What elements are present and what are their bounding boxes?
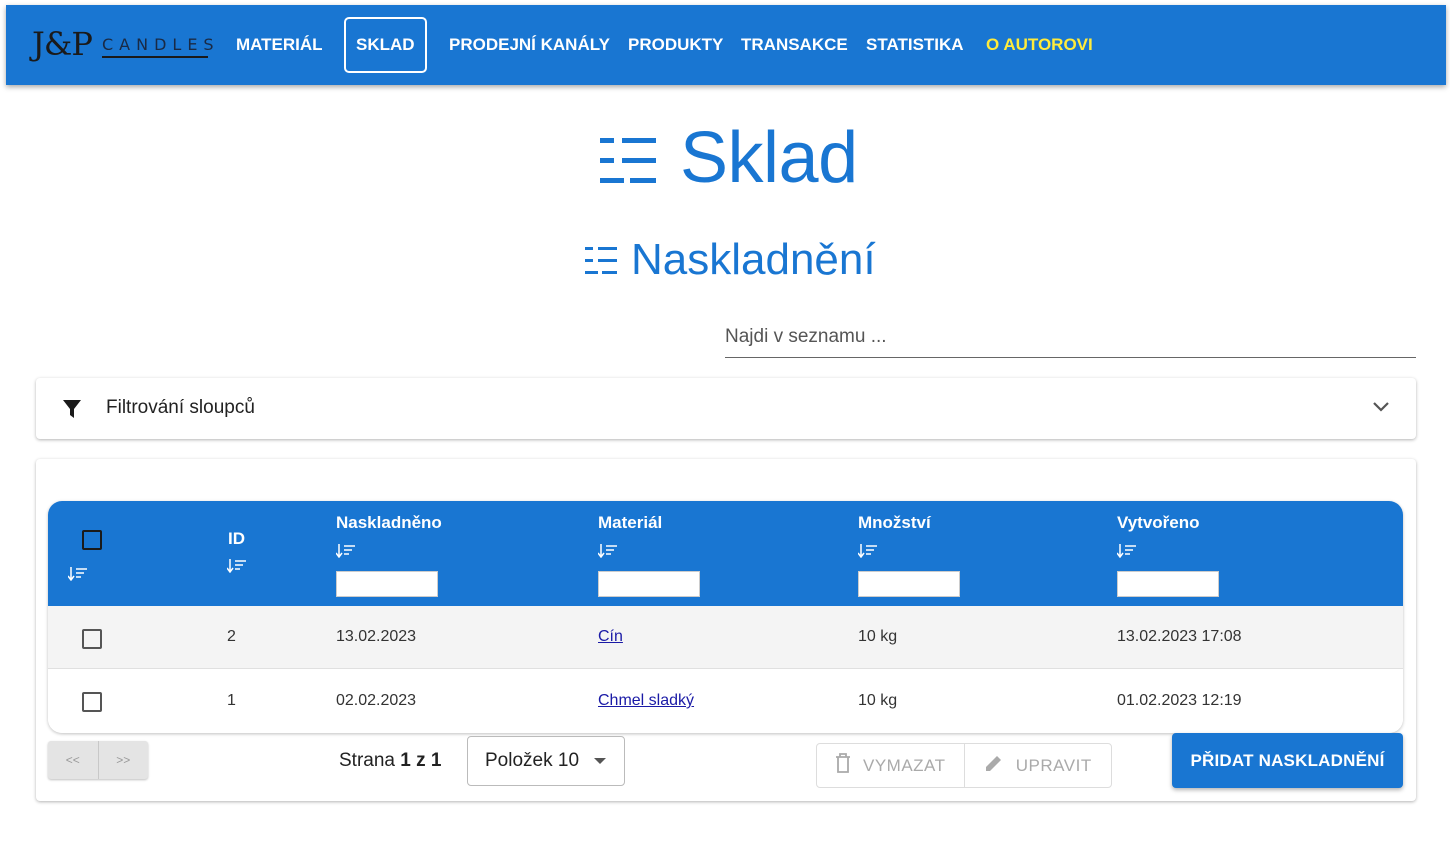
chevron-down-icon[interactable] (1372, 400, 1390, 418)
edit-label: UPRAVIT (1015, 755, 1092, 775)
sort-icon[interactable] (1117, 544, 1137, 558)
row-checkbox[interactable] (82, 629, 102, 649)
sort-icon[interactable] (336, 544, 356, 558)
cell-id: 1 (227, 692, 236, 709)
page-title-text: Sklad (680, 118, 858, 198)
column-filter-accordion[interactable]: Filtrování sloupců (36, 378, 1416, 439)
page-prefix: Strana (339, 750, 395, 771)
filter-input-mnozstvi[interactable] (858, 571, 960, 597)
section-title-text: Naskladnění (631, 235, 876, 284)
prev-page-button[interactable]: << (48, 741, 99, 779)
material-link[interactable]: Cín (598, 628, 623, 645)
pagination-buttons: << >> (48, 741, 148, 779)
trash-icon (835, 753, 863, 778)
cell-created: 13.02.2023 17:08 (1117, 628, 1242, 645)
cell-date: 13.02.2023 (336, 628, 417, 645)
next-page-button[interactable]: >> (99, 741, 149, 779)
column-header-vytvoreno[interactable]: Vytvořeno (1117, 513, 1200, 533)
search-input[interactable] (725, 318, 1416, 356)
cell-qty: 10 kg (858, 692, 898, 709)
row-checkbox[interactable] (82, 692, 102, 712)
logo-underline (102, 56, 208, 58)
pencil-icon (984, 753, 1016, 778)
section-title: Naskladnění (585, 232, 876, 288)
nav-item-statistika[interactable]: STATISTIKA (866, 5, 964, 85)
logo[interactable]: J&P CANDLES (32, 25, 214, 65)
logo-main: J&P (32, 25, 93, 63)
search-field (725, 318, 1416, 358)
nav-item-sklad[interactable]: SKLAD (344, 17, 427, 73)
page-value: 1 z 1 (400, 750, 442, 771)
dropdown-caret-icon (594, 758, 606, 764)
column-header-naskladneno[interactable]: Naskladněno (336, 513, 442, 533)
items-per-page-select[interactable]: Položek 10 (467, 736, 625, 786)
page-info: Strana 1 z 1 (339, 750, 441, 772)
select-all-checkbox[interactable] (82, 530, 102, 550)
items-per-page-value: Položek 10 (485, 750, 580, 771)
column-header-material[interactable]: Materiál (598, 513, 662, 533)
nav-item-material[interactable]: MATERIÁL (236, 5, 323, 85)
filter-icon (62, 399, 82, 424)
nav-item-produkty[interactable]: PRODUKTY (628, 5, 723, 85)
list-icon (585, 244, 617, 276)
nav-item-prodejni-kanaly[interactable]: PRODEJNÍ KANÁLY (449, 5, 610, 85)
cell-created: 01.02.2023 12:19 (1117, 692, 1242, 709)
nav-item-transakce[interactable]: TRANSAKCE (741, 5, 848, 85)
page-title: Sklad (600, 118, 858, 198)
cell-material: Chmel sladký (598, 692, 694, 710)
cell-date: 02.02.2023 (336, 692, 417, 709)
logo-sub: CANDLES (102, 35, 220, 54)
filter-input-naskladneno[interactable] (336, 571, 438, 597)
sort-icon[interactable] (598, 544, 618, 558)
table-header: ID Naskladněno Materiál Množství Vytvoře… (48, 501, 1403, 606)
row-action-buttons: VYMAZAT UPRAVIT (816, 743, 1112, 788)
table-row[interactable]: 2 13.02.2023 Cín 10 kg 13.02.2023 17:08 (48, 606, 1403, 669)
nav-item-o-autorovi[interactable]: O AUTOROVI (986, 5, 1093, 85)
column-header-mnozstvi[interactable]: Množství (858, 513, 931, 533)
top-navbar: J&P CANDLES MATERIÁL SKLAD PRODEJNÍ KANÁ… (6, 5, 1446, 85)
delete-label: VYMAZAT (862, 755, 946, 775)
edit-button[interactable]: UPRAVIT (965, 744, 1112, 787)
sort-icon[interactable] (68, 567, 88, 581)
material-link[interactable]: Chmel sladký (598, 692, 694, 709)
cell-material: Cín (598, 628, 623, 646)
column-header-id[interactable]: ID (228, 529, 245, 549)
add-stocking-button[interactable]: PŘIDAT NASKLADNĚNÍ (1172, 733, 1403, 788)
cell-id: 2 (227, 628, 236, 645)
sort-icon[interactable] (858, 544, 878, 558)
cell-qty: 10 kg (858, 628, 898, 645)
delete-button[interactable]: VYMAZAT (817, 744, 965, 787)
data-table: ID Naskladněno Materiál Množství Vytvoře… (48, 501, 1403, 733)
table-card: ID Naskladněno Materiál Množství Vytvoře… (36, 459, 1416, 801)
filter-label: Filtrování sloupců (106, 397, 255, 418)
filter-input-vytvoreno[interactable] (1117, 571, 1219, 597)
list-icon (600, 130, 656, 186)
table-row[interactable]: 1 02.02.2023 Chmel sladký 10 kg 01.02.20… (48, 670, 1403, 733)
filter-input-material[interactable] (598, 571, 700, 597)
sort-icon[interactable] (227, 559, 247, 573)
